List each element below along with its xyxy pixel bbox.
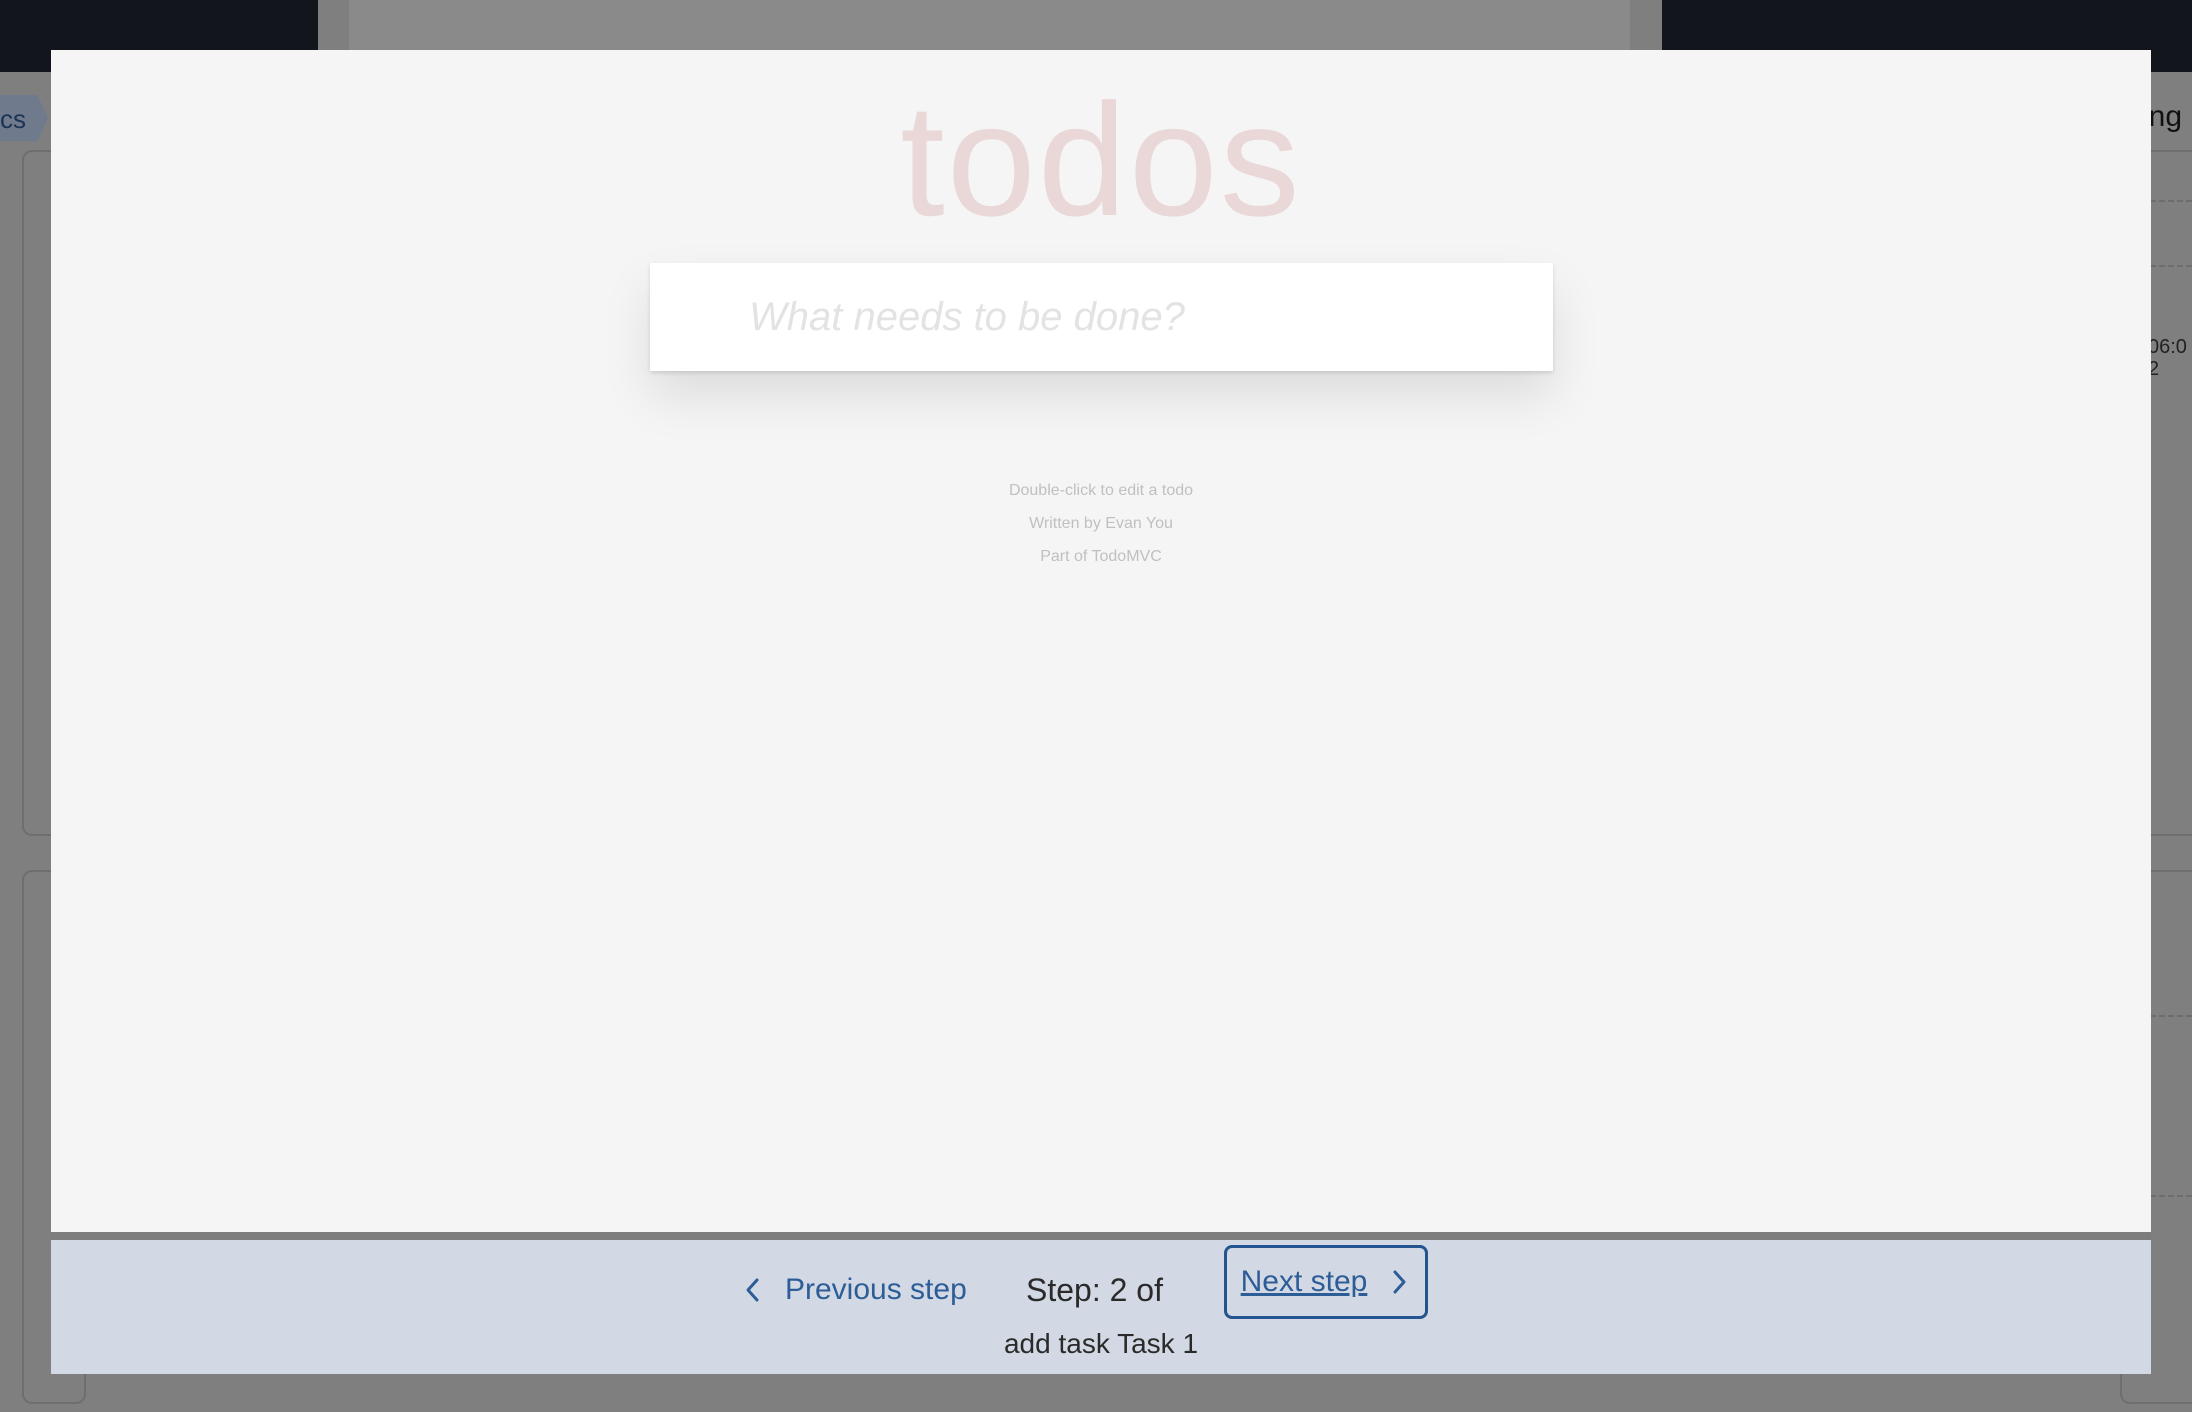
step-preview-modal: todos Double-click to edit a todo Writte… (51, 50, 2151, 1374)
viewport-bottom-edge (51, 1232, 2151, 1240)
new-todo-input[interactable] (650, 263, 1553, 371)
next-step-button[interactable]: Next step (1224, 1245, 1428, 1319)
previous-step-label: Previous step (785, 1273, 967, 1306)
todomvc-link[interactable]: Part of TodoMVC (51, 540, 2151, 573)
new-todo-container (650, 263, 1553, 371)
edit-hint-text: Double-click to edit a todo (1008, 482, 1194, 499)
chevron-right-icon (1393, 1270, 1406, 1294)
chevron-left-icon (746, 1278, 759, 1302)
author-text: Written by Evan You (1029, 515, 1173, 532)
todo-app-viewport: todos Double-click to edit a todo Writte… (51, 50, 2151, 1232)
step-navigation-footer: Previous step Step: 2 of Next step add t… (51, 1240, 2151, 1374)
next-step-label: Next step (1240, 1265, 1368, 1298)
step-description: add task Task 1 (1003, 1328, 1199, 1359)
background-divider (2150, 200, 2192, 202)
background-divider (2150, 1015, 2192, 1017)
previous-step-button[interactable]: Previous step (731, 1260, 977, 1320)
todo-app-info-footer: Double-click to edit a todo Written by E… (51, 474, 2151, 573)
background-breadcrumb-text: cs (0, 104, 26, 134)
step-counter: Step: 2 of (1026, 1271, 1163, 1308)
background-center-strip (349, 0, 1630, 52)
todo-app-title: todos (900, 70, 1302, 249)
background-divider (2150, 265, 2192, 267)
background-divider (2150, 1195, 2192, 1197)
